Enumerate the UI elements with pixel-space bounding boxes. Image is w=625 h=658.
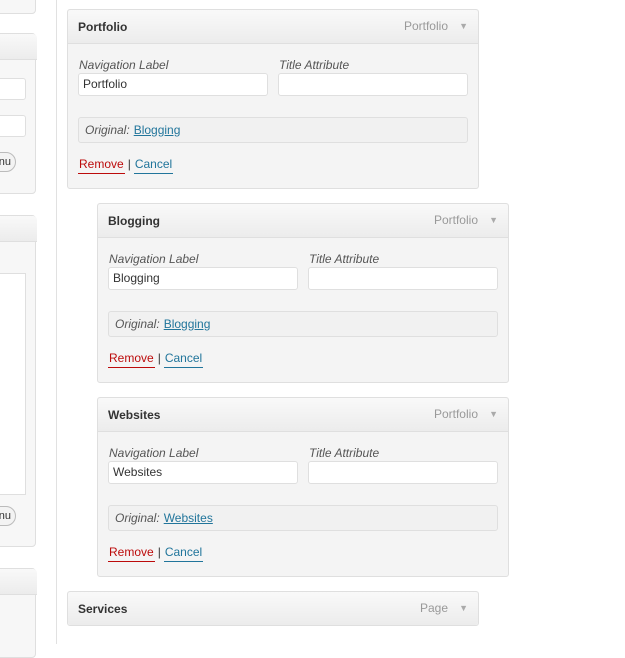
menu-item-title: Services <box>78 602 128 616</box>
action-separator: | <box>157 351 161 365</box>
chevron-down-icon[interactable]: ▼ <box>489 215 498 225</box>
title-attribute-caption: Title Attribute <box>309 446 380 460</box>
action-separator: | <box>157 545 161 559</box>
navigation-label-caption: Navigation Label <box>79 58 169 72</box>
sidebar-box-custom-links: enu <box>0 33 37 194</box>
menu-item-actions: Remove | Cancel <box>108 544 204 562</box>
chevron-down-icon[interactable]: ▼ <box>489 409 498 419</box>
navigation-label-caption: Navigation Label <box>109 446 199 460</box>
menu-item-actions: Remove | Cancel <box>78 156 174 174</box>
original-link[interactable]: Websites <box>164 511 213 525</box>
action-separator: | <box>127 157 131 171</box>
chevron-down-icon[interactable]: ▼ <box>459 603 468 613</box>
remove-link[interactable]: Remove <box>108 545 155 562</box>
sidebar-box-header[interactable] <box>0 34 37 60</box>
menu-item-actions: Remove | Cancel <box>108 350 204 368</box>
category-checklist[interactable] <box>0 273 26 495</box>
sidebar-box-bottom <box>0 568 37 658</box>
menu-item-title: Blogging <box>108 214 160 228</box>
cancel-link[interactable]: Cancel <box>163 351 204 368</box>
navigation-label-input[interactable]: Blogging <box>108 267 298 290</box>
cancel-link[interactable]: Cancel <box>133 157 174 174</box>
navigation-label-input[interactable]: Portfolio <box>78 73 268 96</box>
menu-item-title: Websites <box>108 408 161 422</box>
original-box: Original: Websites <box>108 505 498 531</box>
add-to-menu-button[interactable]: enu <box>0 152 16 172</box>
cancel-link[interactable]: Cancel <box>163 545 204 562</box>
column-divider <box>56 0 57 644</box>
sidebar-box-header[interactable] <box>0 216 37 242</box>
sidebar-box-top <box>0 0 36 14</box>
menu-item-websites: Websites Portfolio ▼ Navigation Label We… <box>97 397 509 577</box>
original-box: Original: Blogging <box>78 117 468 143</box>
menu-item-type: Page <box>419 601 448 615</box>
remove-link[interactable]: Remove <box>108 351 155 368</box>
title-attribute-caption: Title Attribute <box>309 252 380 266</box>
title-attribute-input[interactable] <box>278 73 468 96</box>
title-attribute-input[interactable] <box>308 267 498 290</box>
original-link[interactable]: Blogging <box>134 123 181 137</box>
url-input[interactable] <box>0 78 26 100</box>
navigation-label-caption: Navigation Label <box>109 252 199 266</box>
original-box: Original: Blogging <box>108 311 498 337</box>
menu-item-services: Services Page ▼ <box>67 591 479 626</box>
menu-item-settings: Navigation Label Blogging Title Attribut… <box>98 238 508 382</box>
menu-item-type: Portfolio <box>403 19 448 33</box>
menu-item-type: Portfolio <box>433 407 478 421</box>
sidebar-box-header[interactable] <box>0 569 37 595</box>
remove-link[interactable]: Remove <box>78 157 125 174</box>
original-label: Original: <box>85 123 130 137</box>
menu-item-handle[interactable]: Websites Portfolio ▼ <box>98 398 508 432</box>
menu-item-handle[interactable]: Portfolio Portfolio ▼ <box>68 10 478 44</box>
menu-item-handle[interactable]: Blogging Portfolio ▼ <box>98 204 508 238</box>
original-label: Original: <box>115 511 160 525</box>
menu-item-settings: Navigation Label Websites Title Attribut… <box>98 432 508 576</box>
navigation-label-input[interactable]: Websites <box>108 461 298 484</box>
original-link[interactable]: Blogging <box>164 317 211 331</box>
original-label: Original: <box>115 317 160 331</box>
title-attribute-caption: Title Attribute <box>279 58 350 72</box>
menu-item-type: Portfolio <box>433 213 478 227</box>
sidebar-box-categories: enu <box>0 215 37 547</box>
menu-item-title: Portfolio <box>78 20 128 34</box>
menu-item-handle[interactable]: Services Page ▼ <box>68 592 478 625</box>
add-to-menu-button[interactable]: enu <box>0 506 16 526</box>
chevron-down-icon[interactable]: ▼ <box>459 21 468 31</box>
link-text-input[interactable] <box>0 115 26 137</box>
menu-item-portfolio: Portfolio Portfolio ▼ Navigation Label P… <box>67 9 479 189</box>
title-attribute-input[interactable] <box>308 461 498 484</box>
menu-item-blogging: Blogging Portfolio ▼ Navigation Label Bl… <box>97 203 509 383</box>
menu-item-settings: Navigation Label Portfolio Title Attribu… <box>68 44 478 188</box>
